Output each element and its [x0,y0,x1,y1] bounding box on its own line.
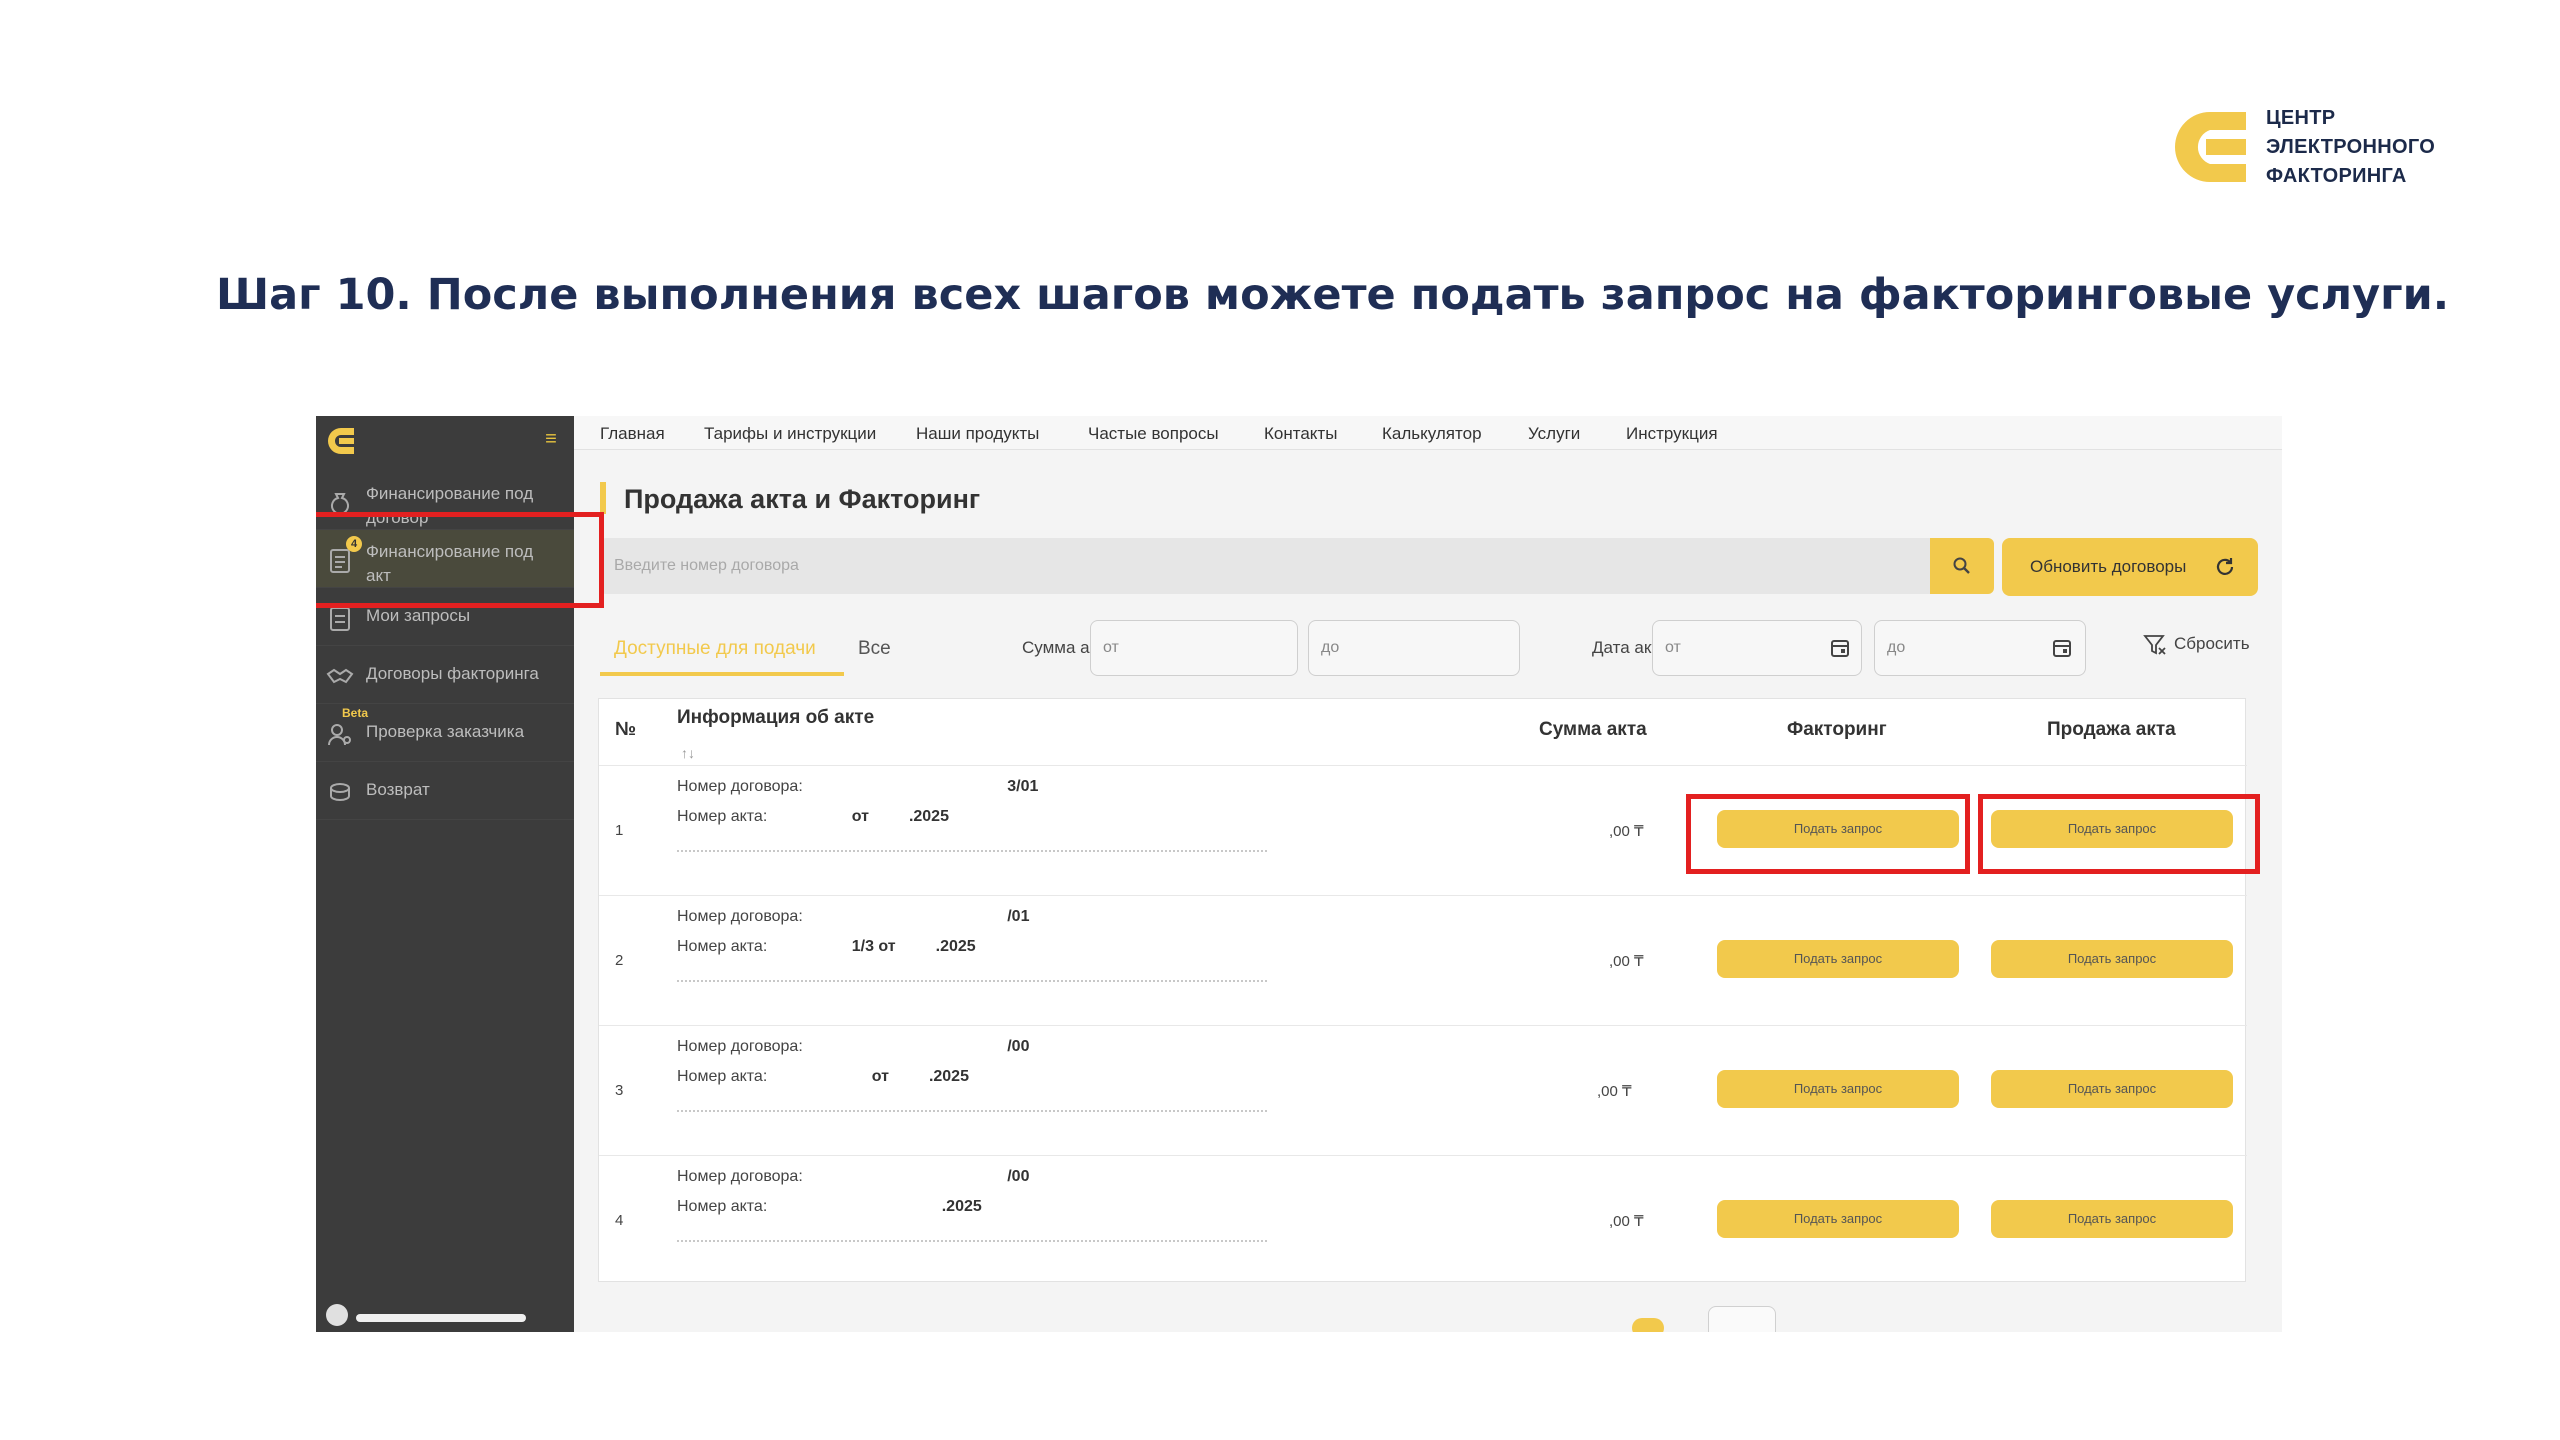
user-name-redacted [356,1314,526,1322]
factoring-request-button[interactable]: Подать запрос [1717,1200,1959,1238]
row-number: 1 [615,822,624,839]
app-logo-icon [328,428,354,454]
title-accent [600,482,606,514]
calendar-icon[interactable] [1829,637,1851,659]
redacted-text [677,1240,1267,1244]
search-input[interactable] [600,538,1930,594]
date-to-placeholder: до [1887,639,1906,656]
nav-home[interactable]: Главная [600,424,665,444]
user-search-icon [328,724,351,746]
calendar-icon[interactable] [2051,637,2073,659]
column-info[interactable]: Информация об акте [677,707,874,729]
act-number: Номер акта: от .2025 [677,808,949,825]
sidebar-item-customer-check[interactable]: Beta Проверка заказчика [316,704,574,762]
sum-from-input[interactable]: от [1090,620,1298,676]
contract-number: Номер договора: /00 [677,1168,1030,1185]
act-number: Номер акта: .2025 [677,1198,982,1215]
sort-icon[interactable]: ↑↓ [681,745,695,761]
column-sale: Продажа акта [2047,719,2176,740]
refresh-button-label: Обновить договоры [2030,557,2187,576]
column-factoring: Факторинг [1787,719,1887,740]
row-number: 3 [615,1082,624,1099]
row-number: 4 [615,1212,624,1229]
app-screenshot: ≡ Финансирование под договор 4 Финансиро… [316,416,2282,1332]
beta-tag: Beta [342,706,369,720]
sidebar-item-label: Возврат [366,780,430,799]
act-sum: ,00 ₸ [1597,1083,1632,1100]
nav-faq[interactable]: Частые вопросы [1088,424,1219,444]
contract-number: Номер договора: 3/01 [677,778,1039,795]
tab-all[interactable]: Все [858,638,891,660]
slide-title: Шаг 10. После выполнения всех шагов може… [216,270,2450,320]
logo-text: ЦЕНТР ЭЛЕКТРОННОГО ФАКТОРИНГА [2266,107,2436,187]
sidebar-item-factoring-contracts[interactable]: Договоры факторинга [316,646,574,704]
search-button[interactable] [1930,538,1994,594]
nav-instruction[interactable]: Инструкция [1626,424,1718,444]
sum-to-input[interactable]: до [1308,620,1520,676]
company-logo: ЦЕНТР ЭЛЕКТРОННОГО ФАКТОРИНГА [2170,102,2460,192]
sale-request-button[interactable]: Подать запрос [1991,1200,2233,1238]
redacted-text [677,980,1267,984]
redacted-text [677,850,1267,854]
highlight-factoring-button [1686,794,1970,874]
act-number: Номер акта: от .2025 [677,1068,969,1085]
highlight-sale-button [1978,794,2260,874]
contract-number: Номер договора: /00 [677,1038,1030,1055]
row-number: 2 [615,952,624,969]
coins-icon [330,783,350,801]
main-content: Главная Тарифы и инструкции Наши продукт… [574,416,2282,1332]
date-from-placeholder: от [1665,639,1681,656]
collapse-menu-icon[interactable]: ≡ [540,428,562,450]
table-row: 4 Номер договора: /00 Номер акта: .2025 … [599,1155,2247,1285]
sidebar-item-label: Договоры факторинга [366,664,539,683]
highlight-sidebar-act-financing [316,512,604,608]
pagination-current[interactable] [1632,1318,1664,1332]
sale-request-button[interactable]: Подать запрос [1991,940,2233,978]
act-sum: ,00 ₸ [1609,953,1644,970]
handshake-icon [326,668,354,684]
page-title: Продажа акта и Факторинг [624,484,981,514]
filter-clear-icon [2143,635,2166,655]
sidebar-item-refund[interactable]: Возврат [316,762,574,820]
pagination-page-size[interactable] [1708,1306,1776,1332]
act-sum: ,00 ₸ [1609,823,1644,840]
nav-services[interactable]: Услуги [1528,424,1580,444]
acts-table: № Информация об акте ↑↓ Сумма акта Факто… [598,698,2247,1285]
user-profile[interactable] [326,1304,536,1326]
sidebar-item-label: Проверка заказчика [366,722,525,741]
column-number: № [615,719,637,740]
sale-request-button[interactable]: Подать запрос [1991,1070,2233,1108]
tab-available[interactable]: Доступные для подачи [614,638,816,660]
nav-contacts[interactable]: Контакты [1264,424,1337,444]
nav-products[interactable]: Наши продукты [916,424,1039,444]
nav-tariffs[interactable]: Тарифы и инструкции [704,424,876,444]
factoring-request-button[interactable]: Подать запрос [1717,1070,1959,1108]
contract-number: Номер договора: /01 [677,908,1030,925]
date-to-input[interactable]: до [1874,620,2086,676]
act-number: Номер акта: 1/3 от .2025 [677,938,976,955]
reset-label: Сбросить [2174,634,2250,653]
redacted-text [677,1110,1267,1114]
factoring-request-button[interactable]: Подать запрос [1717,940,1959,978]
nav-calculator[interactable]: Калькулятор [1382,424,1482,444]
top-navigation: Главная Тарифы и инструкции Наши продукт… [574,416,2282,450]
reset-filters-button[interactable]: Сбросить [2142,634,2250,655]
refresh-icon [2216,558,2234,575]
act-sum: ,00 ₸ [1609,1213,1644,1230]
search-icon [1953,557,1970,574]
refresh-contracts-button[interactable]: Обновить договоры [2002,538,2258,596]
tab-active-underline [600,672,844,676]
date-from-input[interactable]: от [1652,620,1862,676]
column-sum: Сумма акта [1539,719,1647,740]
avatar [326,1304,348,1326]
list-icon [330,607,350,631]
table-row: 2 Номер договора: /01 Номер акта: 1/3 от… [599,895,2247,1025]
logo-mark-icon [2175,112,2246,182]
table-row: 3 Номер договора: /00 Номер акта: от .202… [599,1025,2247,1155]
